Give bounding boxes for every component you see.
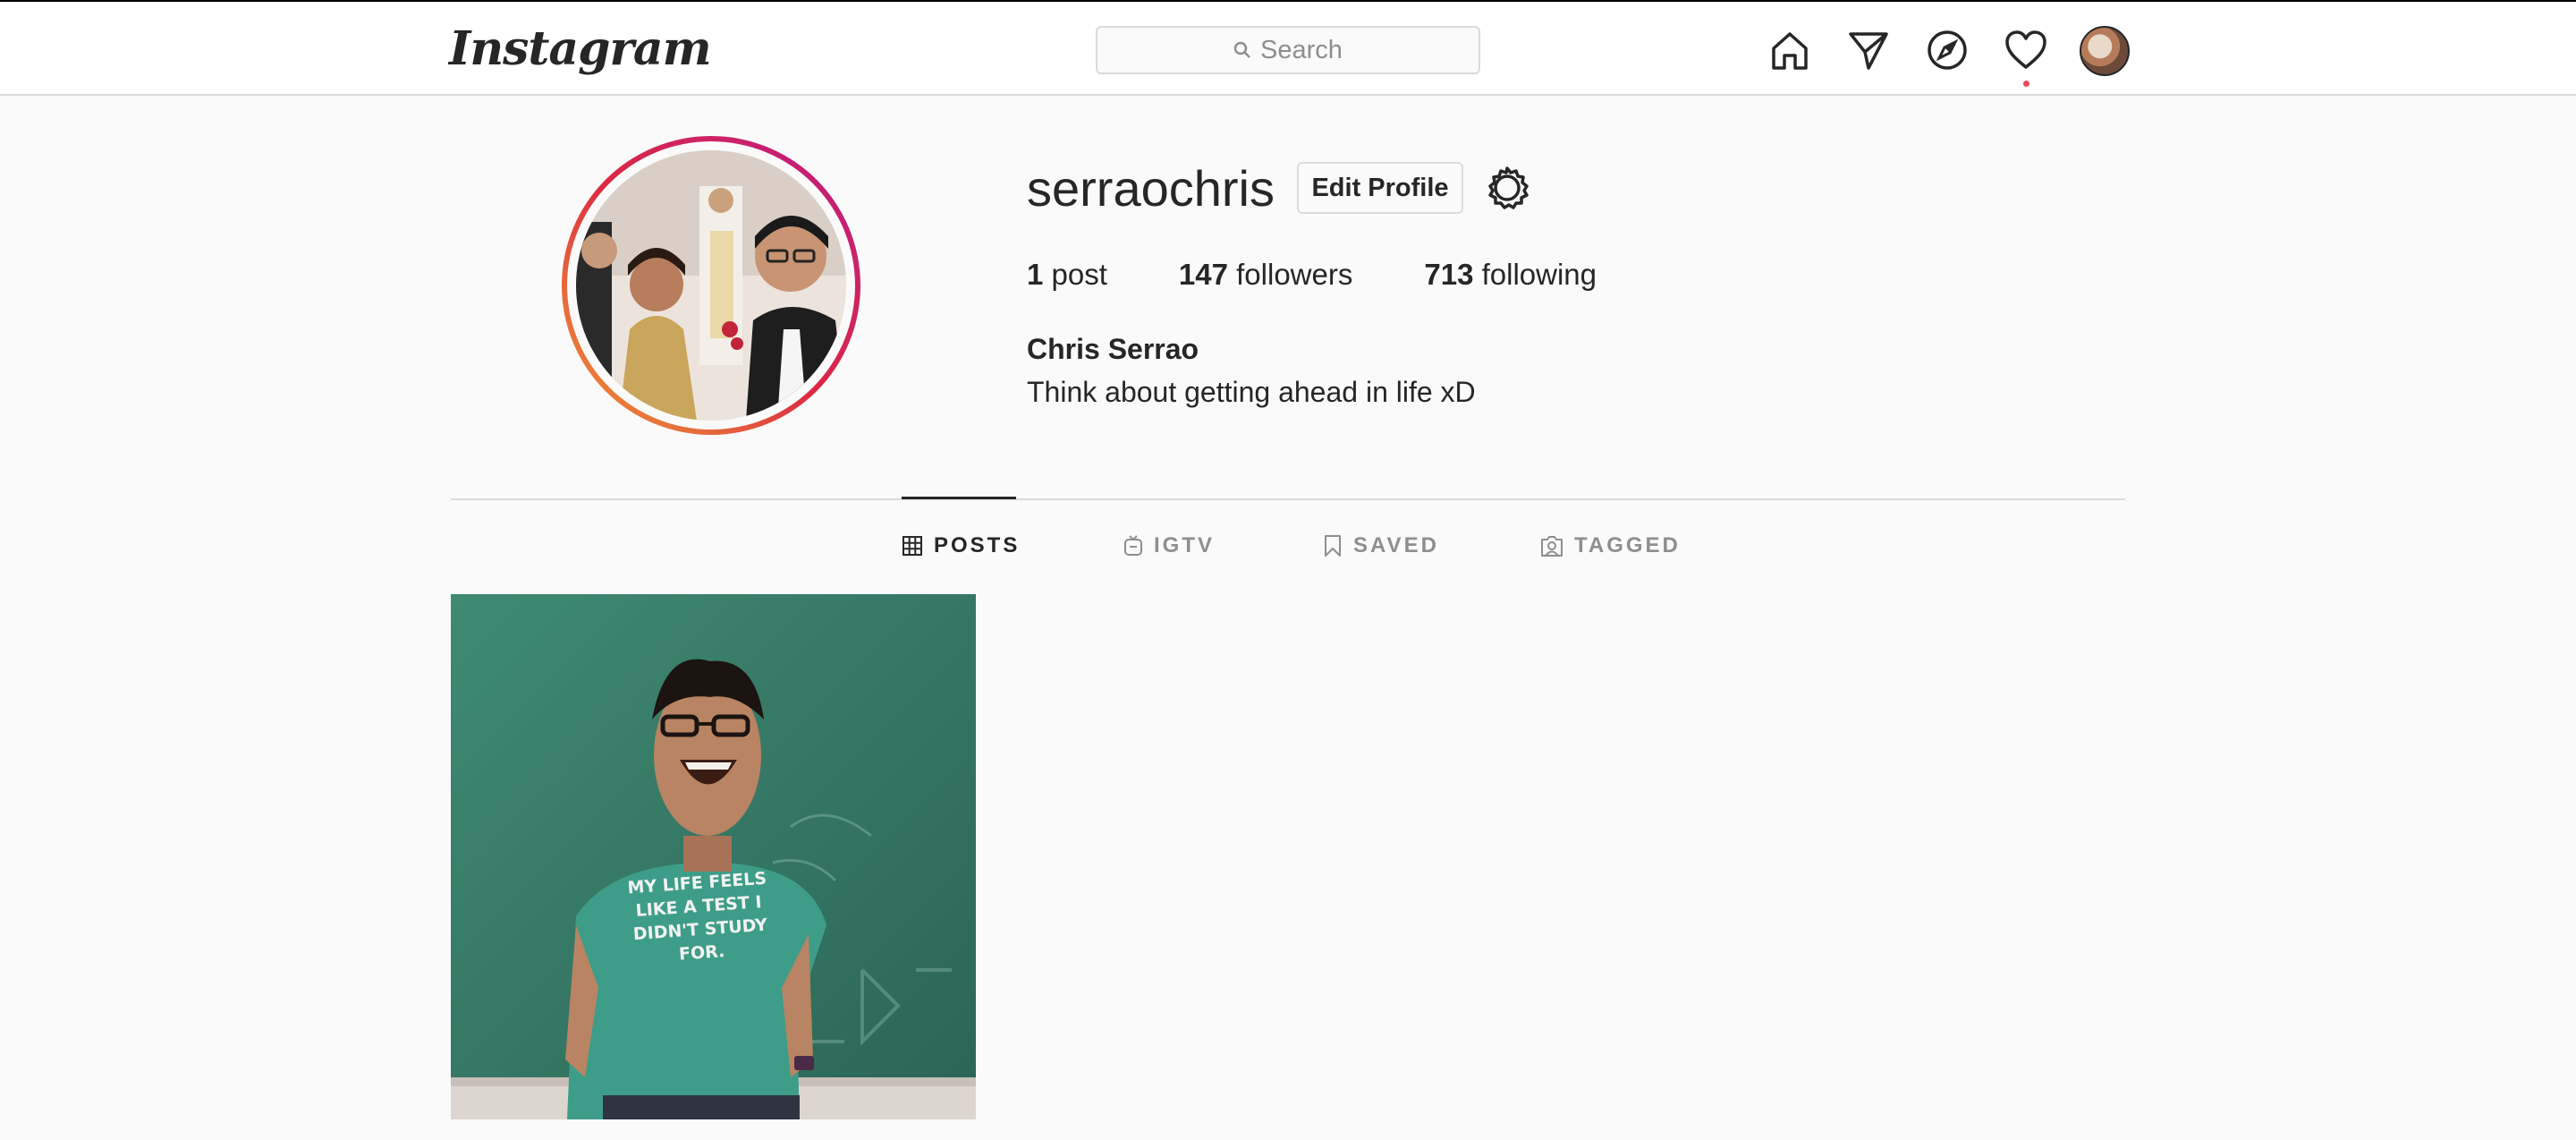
followers-label: followers <box>1236 258 1353 291</box>
profile-avatar-nav[interactable] <box>2080 26 2130 76</box>
grid-icon <box>902 536 922 556</box>
followers-link[interactable]: 147 followers <box>1179 258 1352 292</box>
profile-stats: 1 post 147 followers 713 following <box>1027 258 1668 292</box>
search-placeholder: Search <box>1260 35 1343 64</box>
profile-picture-border <box>567 141 855 430</box>
tab-igtv-label: IGTV <box>1154 533 1216 557</box>
bookmark-icon <box>1325 535 1341 557</box>
post-shirt-text: MY LIFE FEELS LIKE A TEST I DIDN'T STUDY… <box>626 868 768 965</box>
tab-posts-label: POSTS <box>934 533 1021 557</box>
tab-tagged-label: TAGGED <box>1574 533 1681 557</box>
tab-igtv[interactable]: IGTV <box>1123 533 1215 558</box>
home-icon[interactable] <box>1767 27 1813 73</box>
profile-picture <box>576 150 846 421</box>
tab-posts[interactable]: POSTS <box>902 533 1020 558</box>
tab-tagged[interactable]: TAGGED <box>1540 533 1681 558</box>
profile-username: serraochris <box>1027 160 1275 217</box>
tabs-divider <box>451 498 2125 500</box>
posts-count-label: post <box>1051 258 1107 291</box>
nav-icons <box>1767 27 2133 77</box>
profile-bio: Think about getting ahead in life xD <box>1027 376 1476 408</box>
top-navigation-bar: Instagram Search <box>0 0 2576 96</box>
posts-count: 1 post <box>1027 258 1107 292</box>
tab-saved[interactable]: SAVED <box>1323 533 1439 558</box>
active-tab-indicator <box>902 497 1016 499</box>
profile-picture-ring[interactable] <box>562 136 860 435</box>
search-icon <box>1233 41 1250 58</box>
following-link[interactable]: 713 following <box>1424 258 1597 292</box>
edit-profile-button[interactable]: Edit Profile <box>1297 162 1463 214</box>
activity-heart-icon[interactable] <box>2003 27 2049 73</box>
settings-gear-icon[interactable] <box>1485 166 1530 210</box>
explore-icon[interactable] <box>1924 27 1970 73</box>
tab-saved-label: SAVED <box>1353 533 1439 557</box>
posts-count-number: 1 <box>1027 258 1044 291</box>
post-thumbnail[interactable]: MY LIFE FEELS LIKE A TEST I DIDN'T STUDY… <box>451 594 976 1119</box>
profile-full-name: Chris Serrao <box>1027 333 1199 365</box>
instagram-logo[interactable]: Instagram <box>449 21 712 76</box>
igtv-icon <box>1124 535 1142 556</box>
tag-person-icon <box>1541 536 1563 557</box>
notification-dot <box>2023 81 2029 87</box>
following-count-number: 713 <box>1424 258 1474 291</box>
followers-count-number: 147 <box>1178 258 1228 291</box>
search-input[interactable]: Search <box>1096 26 1480 74</box>
following-label: following <box>1481 258 1597 291</box>
direct-message-icon[interactable] <box>1845 27 1892 73</box>
